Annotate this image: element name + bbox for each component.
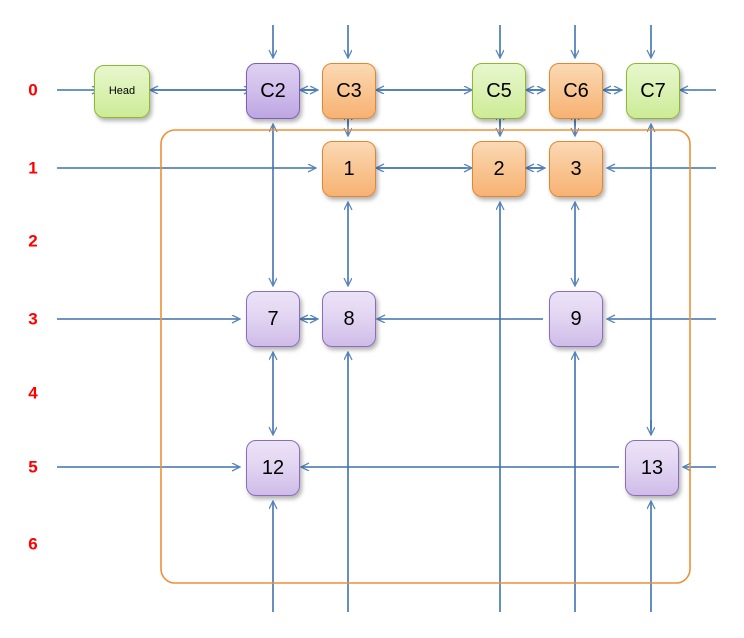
node-9[interactable]: 9 [549,291,603,347]
node-c7[interactable]: C7 [626,63,680,119]
node-c3-label: C3 [336,80,362,102]
node-1[interactable]: 1 [322,141,376,197]
node-12-label: 12 [261,457,285,479]
node-c5-label: C5 [486,80,512,102]
node-c3[interactable]: C3 [322,63,376,119]
node-8[interactable]: 8 [322,291,376,347]
node-c2[interactable]: C2 [246,63,300,119]
node-c2-label: C2 [260,80,286,102]
row-label-4: 4 [28,383,38,403]
row-label-2: 2 [28,231,38,251]
region-outline [160,129,691,584]
node-7-label: 7 [267,308,279,330]
node-8-label: 8 [343,308,355,330]
node-c7-label: C7 [640,80,666,102]
row-label-1: 1 [28,158,38,178]
row-label-0: 0 [28,80,38,100]
node-13-label: 13 [640,457,664,479]
node-9-label: 9 [570,308,582,330]
row-label-3: 3 [28,309,38,329]
node-12[interactable]: 12 [246,440,300,496]
row-label-5: 5 [28,457,38,477]
node-3-label: 3 [570,158,582,180]
node-1-label: 1 [343,158,355,180]
node-head[interactable]: Head [94,65,150,118]
diagram-canvas: 0 1 2 3 4 5 6 Head C2 C3 C5 C6 C7 1 2 3 … [0,0,744,638]
node-head-label: Head [108,85,136,97]
node-7[interactable]: 7 [246,291,300,347]
node-13[interactable]: 13 [625,440,679,496]
node-c5[interactable]: C5 [472,63,526,119]
node-2[interactable]: 2 [472,141,526,197]
node-2-label: 2 [493,158,505,180]
node-c6[interactable]: C6 [549,63,603,119]
node-c6-label: C6 [563,80,589,102]
row-label-6: 6 [28,534,38,554]
node-3[interactable]: 3 [549,141,603,197]
